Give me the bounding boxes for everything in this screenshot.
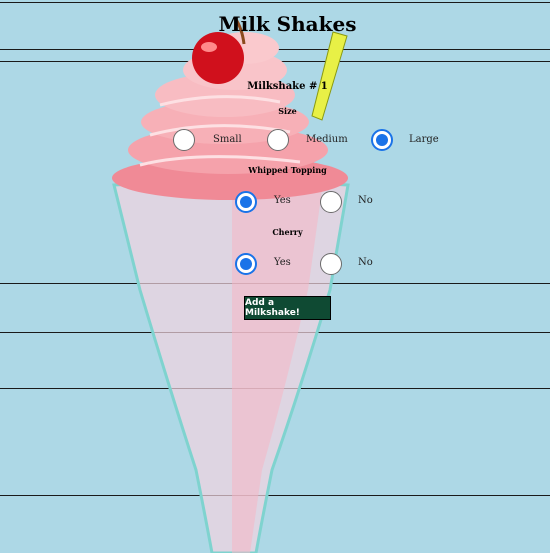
cherry-yes-label: Yes [274,257,291,268]
add-milkshake-button[interactable]: Add a Milkshake! [244,296,331,320]
milkshake-heading: Milkshake # 1 [247,81,328,92]
size-large-label: Large [409,134,439,145]
size-medium-radio[interactable] [267,129,289,151]
cherry-no-radio[interactable] [320,253,342,275]
size-label: Size [278,106,297,116]
whipped-no-radio[interactable] [320,191,342,213]
size-small-label: Small [213,134,242,145]
page-title: Milk Shakes [218,12,357,36]
whipped-yes-label: Yes [274,195,291,206]
whipped-yes-radio[interactable] [235,191,257,213]
cherry-no-label: No [358,257,373,268]
size-medium-label: Medium [306,134,348,145]
size-small-radio[interactable] [173,129,195,151]
size-large-radio[interactable] [371,129,393,151]
cherry-label: Cherry [272,227,303,237]
milkshake-form: Milk Shakes Milkshake # 1 Size Small Med… [0,0,550,553]
whipped-no-label: No [358,195,373,206]
cherry-yes-radio[interactable] [235,253,257,275]
whipped-topping-label: Whipped Topping [248,165,327,175]
